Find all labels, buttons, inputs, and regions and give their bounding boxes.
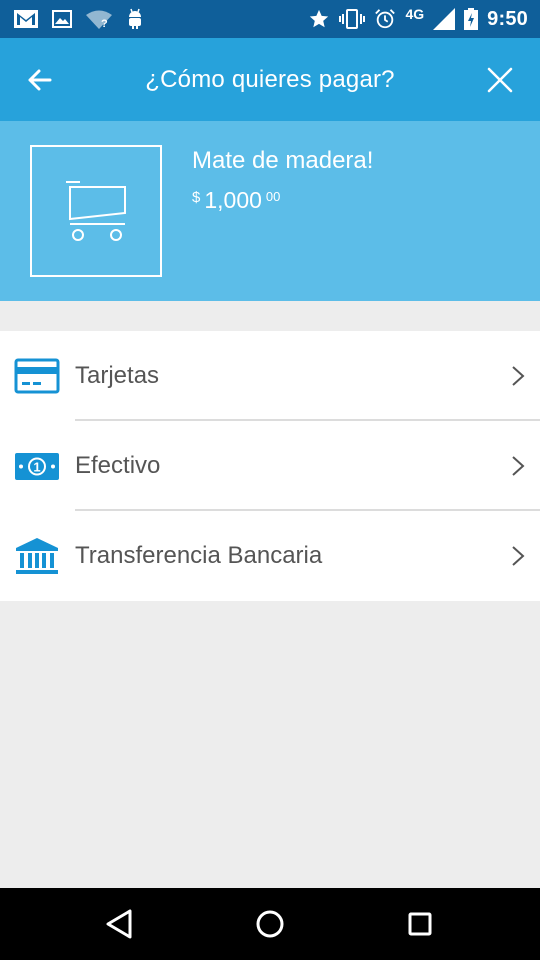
price-amount: 1,000 bbox=[204, 187, 262, 213]
cash-icon: 1 bbox=[15, 453, 59, 480]
signal-icon bbox=[433, 8, 456, 30]
circle-home-icon bbox=[256, 910, 284, 938]
wifi-question-icon: ? bbox=[86, 10, 112, 29]
system-nav-bar bbox=[0, 888, 540, 960]
payment-option-efectivo[interactable]: 1 Efectivo bbox=[0, 421, 540, 511]
network-type-label: 4G bbox=[405, 6, 425, 22]
payment-option-transferencia[interactable]: Transferencia Bancaria bbox=[0, 511, 540, 601]
item-summary: Mate de madera! $ 1,000 00 bbox=[0, 121, 540, 301]
price-currency: $ bbox=[192, 189, 201, 206]
svg-text:1: 1 bbox=[33, 460, 40, 475]
status-right: 4G 9:50 bbox=[308, 0, 528, 38]
android-icon bbox=[129, 8, 141, 29]
item-title: Mate de madera! bbox=[192, 147, 374, 174]
star-icon bbox=[310, 9, 329, 28]
battery-charging-icon bbox=[464, 8, 479, 30]
gmail-icon bbox=[14, 10, 38, 28]
chevron-right-icon bbox=[512, 366, 525, 386]
cart-icon bbox=[66, 181, 126, 241]
payment-option-label: Tarjetas bbox=[75, 362, 160, 389]
price-cents: 00 bbox=[265, 189, 281, 204]
image-icon bbox=[52, 10, 72, 28]
payment-option-tarjetas[interactable]: Tarjetas bbox=[0, 331, 540, 421]
bank-icon bbox=[16, 538, 58, 574]
close-icon bbox=[487, 67, 513, 93]
vibrate-icon bbox=[339, 9, 366, 29]
status-time: 9:50 bbox=[487, 7, 528, 30]
square-recents-icon bbox=[408, 912, 432, 936]
nav-back-button[interactable] bbox=[102, 906, 138, 942]
nav-home-button[interactable] bbox=[252, 906, 288, 942]
app-bar: ¿Cómo quieres pagar? bbox=[0, 38, 540, 121]
payment-option-label: Efectivo bbox=[75, 452, 161, 479]
status-left: ? bbox=[14, 0, 144, 38]
close-button[interactable] bbox=[480, 60, 520, 100]
item-price: $ 1,000 00 bbox=[192, 187, 280, 214]
status-bar: ? 4G 9:50 bbox=[0, 0, 540, 38]
chevron-right-icon bbox=[512, 546, 525, 566]
credit-card-icon bbox=[14, 358, 60, 394]
alarm-icon bbox=[375, 9, 396, 29]
payment-methods-list: Tarjetas 1 Efectivo Transferencia Bancar… bbox=[0, 331, 540, 601]
triangle-back-icon bbox=[106, 909, 132, 939]
page-title: ¿Cómo quieres pagar? bbox=[145, 65, 395, 93]
item-thumbnail bbox=[30, 145, 162, 277]
svg-text:?: ? bbox=[101, 18, 108, 29]
payment-option-label: Transferencia Bancaria bbox=[75, 542, 323, 569]
nav-recents-button[interactable] bbox=[402, 906, 438, 942]
chevron-right-icon bbox=[512, 456, 525, 476]
